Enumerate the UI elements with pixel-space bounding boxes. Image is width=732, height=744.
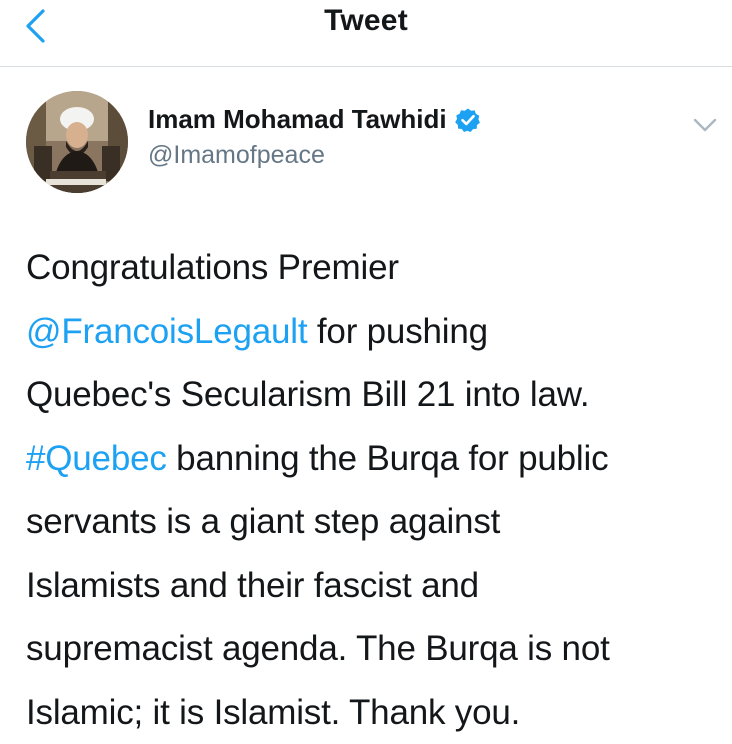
tweet-line: Congratulations Premier [26, 236, 726, 300]
page-title: Tweet [0, 4, 732, 38]
verified-badge-icon [455, 107, 481, 133]
more-options-button[interactable] [688, 112, 722, 138]
profile-photo [26, 91, 128, 193]
chevron-down-icon [692, 117, 718, 133]
tweet-line-text: for pushing [307, 312, 488, 351]
author-display-name[interactable]: Imam Mohamad Tawhidi [148, 104, 447, 135]
author-handle[interactable]: @Imamofpeace [148, 141, 325, 170]
tweet-line: servants is a giant step against [26, 490, 726, 554]
tweet-line: supremacist agenda. The Burqa is not [26, 617, 726, 681]
tweet-line: Islamists and their fascist and [26, 554, 726, 618]
author-name-row: Imam Mohamad Tawhidi [148, 104, 481, 135]
tweet-line: #Quebec banning the Burqa for public [26, 427, 726, 491]
navigation-bar: Tweet [0, 0, 732, 67]
tweet-line: @FrancoisLegault for pushing [26, 300, 726, 364]
avatar[interactable] [26, 91, 128, 193]
hashtag-link[interactable]: #Quebec [26, 439, 167, 478]
mention-link[interactable]: @FrancoisLegault [26, 312, 307, 351]
tweet-line: Quebec's Secularism Bill 21 into law. [26, 363, 726, 427]
tweet-text: Congratulations Premier @FrancoisLegault… [26, 236, 726, 744]
tweet-line-text: banning the Burqa for public [167, 439, 609, 478]
tweet-line: Islamic; it is Islamist. Thank you. [26, 681, 726, 744]
